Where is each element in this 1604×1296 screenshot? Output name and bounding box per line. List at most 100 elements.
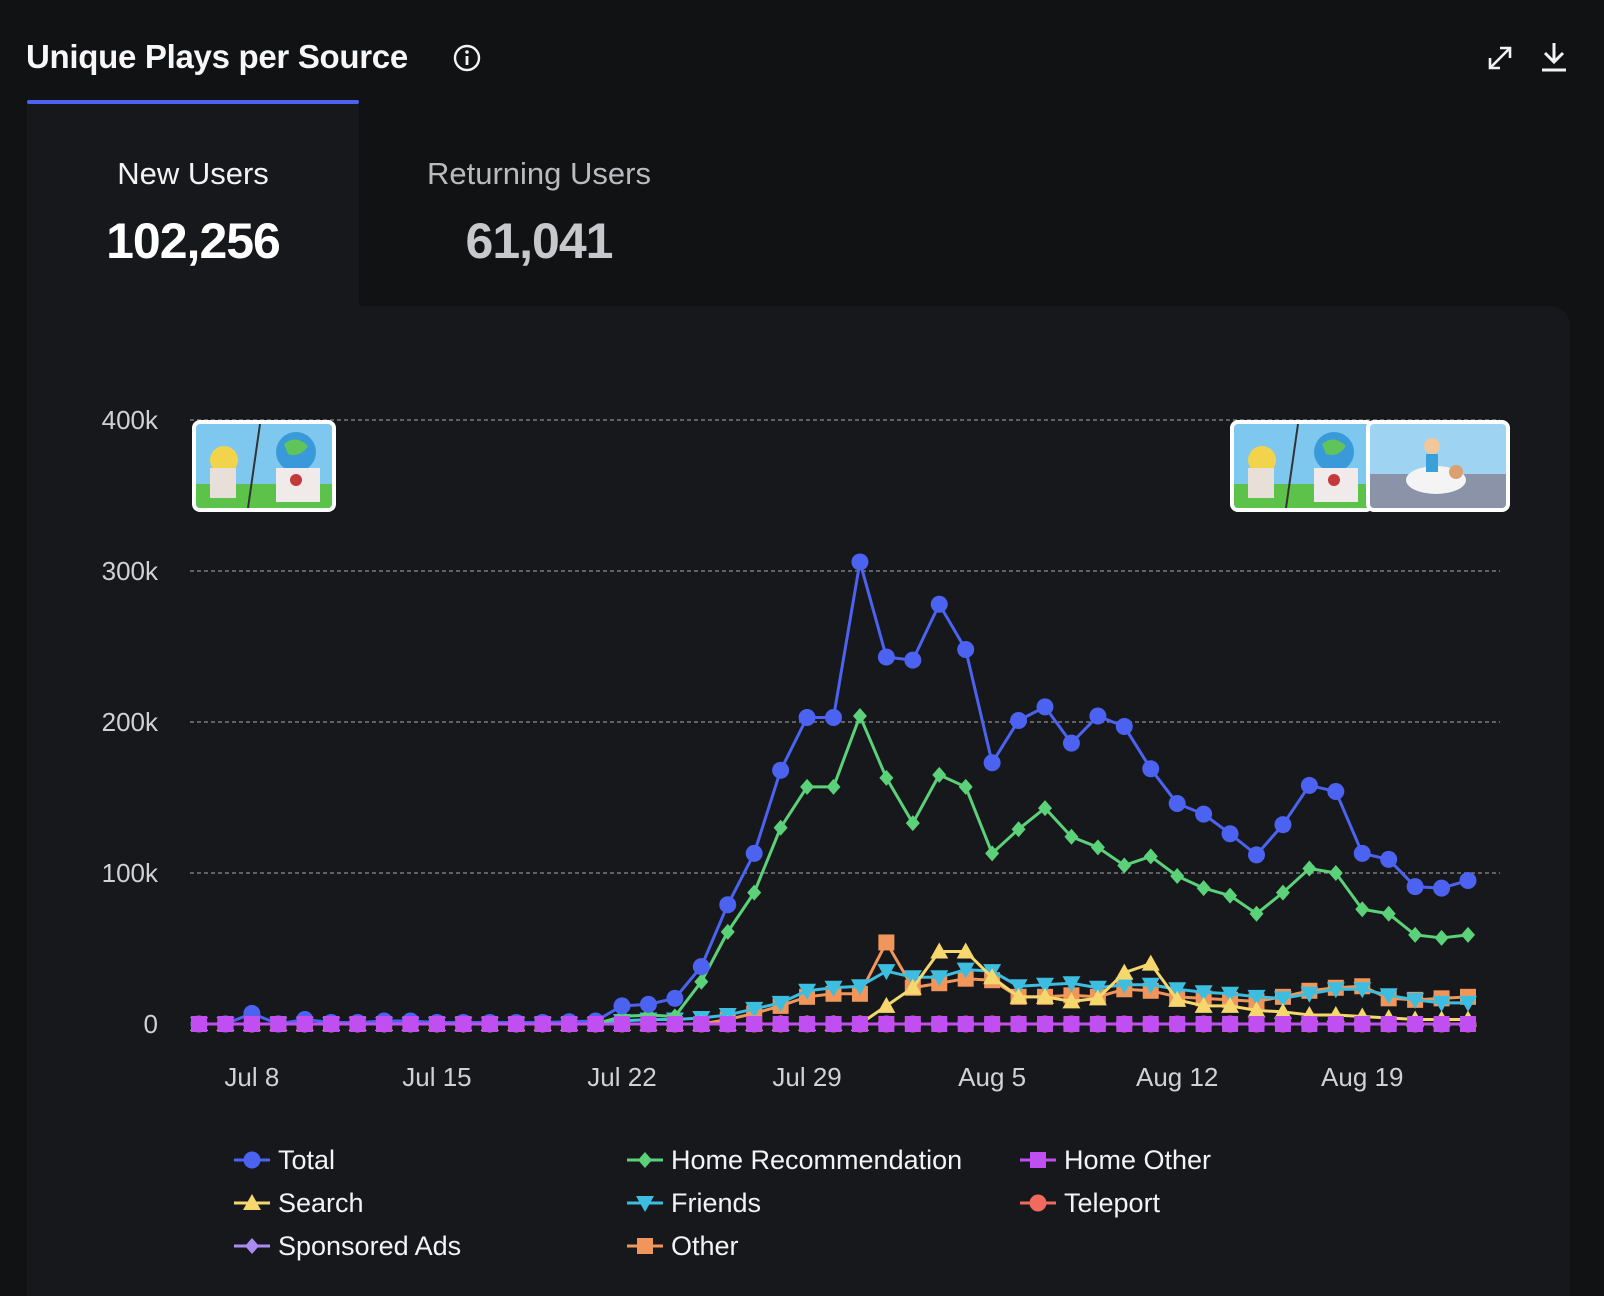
data-point[interactable]: [561, 1016, 578, 1032]
data-point[interactable]: [930, 595, 948, 613]
data-point[interactable]: [1274, 816, 1292, 834]
data-point[interactable]: [402, 1016, 419, 1032]
data-point[interactable]: [349, 1016, 366, 1032]
data-point[interactable]: [1090, 839, 1105, 856]
data-point[interactable]: [613, 997, 631, 1015]
data-point[interactable]: [1327, 782, 1345, 800]
legend-marker[interactable]: [1030, 1152, 1046, 1168]
data-point[interactable]: [1380, 850, 1398, 868]
data-point[interactable]: [719, 1016, 736, 1032]
data-point[interactable]: [455, 1016, 472, 1032]
data-point[interactable]: [1221, 825, 1239, 843]
data-point[interactable]: [376, 1016, 393, 1032]
data-point[interactable]: [1434, 929, 1449, 946]
legend-item-home-other[interactable]: Home Other: [1018, 1140, 1211, 1180]
data-point[interactable]: [799, 1016, 816, 1032]
data-point[interactable]: [481, 1016, 498, 1032]
data-point[interactable]: [587, 1016, 604, 1032]
thumbnail-annotation[interactable]: [192, 420, 336, 512]
data-point[interactable]: [1142, 760, 1160, 778]
data-point[interactable]: [772, 1016, 789, 1032]
legend-item-sponsored-ads[interactable]: Sponsored Ads: [232, 1226, 461, 1266]
data-point[interactable]: [1195, 1016, 1212, 1032]
data-point[interactable]: [1143, 848, 1158, 865]
data-point[interactable]: [958, 778, 973, 795]
legend-marker[interactable]: [1029, 1194, 1047, 1212]
data-point[interactable]: [1116, 1016, 1133, 1032]
legend-marker[interactable]: [637, 1238, 653, 1254]
data-point[interactable]: [1010, 1016, 1027, 1032]
data-point[interactable]: [1300, 776, 1318, 794]
data-point[interactable]: [1010, 711, 1028, 729]
data-point[interactable]: [1353, 844, 1371, 862]
data-point[interactable]: [1037, 1016, 1053, 1032]
data-point[interactable]: [1089, 1016, 1106, 1032]
data-point[interactable]: [1274, 1016, 1291, 1032]
data-point[interactable]: [1380, 1016, 1397, 1032]
data-point[interactable]: [614, 1016, 630, 1032]
legend-item-home-recommendation[interactable]: Home Recommendation: [625, 1140, 962, 1180]
data-point[interactable]: [1460, 1016, 1476, 1032]
data-point[interactable]: [1459, 872, 1477, 890]
data-point[interactable]: [772, 761, 790, 779]
legend-item-total[interactable]: Total: [232, 1140, 335, 1180]
data-point[interactable]: [508, 1016, 525, 1032]
data-point[interactable]: [1117, 857, 1132, 874]
data-point[interactable]: [825, 1016, 842, 1032]
data-point[interactable]: [692, 958, 710, 976]
data-point[interactable]: [1248, 846, 1265, 864]
data-point[interactable]: [957, 641, 975, 659]
data-point[interactable]: [878, 1016, 895, 1032]
data-point[interactable]: [1327, 1016, 1344, 1032]
data-point[interactable]: [191, 1016, 207, 1032]
data-point[interactable]: [851, 1016, 868, 1032]
legend-item-other[interactable]: Other: [625, 1226, 739, 1266]
data-point[interactable]: [1036, 698, 1054, 716]
data-point[interactable]: [1115, 718, 1133, 736]
data-point[interactable]: [1248, 1016, 1265, 1032]
data-point[interactable]: [1089, 707, 1107, 725]
data-point[interactable]: [217, 1016, 234, 1032]
data-point[interactable]: [1141, 954, 1160, 971]
legend-marker[interactable]: [638, 1152, 652, 1168]
data-point[interactable]: [1196, 880, 1211, 897]
legend-item-teleport[interactable]: Teleport: [1018, 1183, 1160, 1223]
data-point[interactable]: [1142, 1016, 1159, 1032]
data-point[interactable]: [1406, 878, 1424, 896]
data-point[interactable]: [877, 996, 896, 1013]
data-point[interactable]: [798, 708, 816, 726]
data-point[interactable]: [983, 754, 1001, 772]
data-point[interactable]: [428, 1016, 445, 1032]
data-point[interactable]: [666, 989, 684, 1007]
data-point[interactable]: [1169, 1016, 1186, 1032]
data-point[interactable]: [932, 766, 947, 783]
data-point[interactable]: [957, 1016, 974, 1032]
data-point[interactable]: [746, 1016, 763, 1032]
data-point[interactable]: [693, 1016, 710, 1032]
data-point[interactable]: [639, 995, 657, 1013]
data-point[interactable]: [1223, 887, 1238, 904]
legend-item-search[interactable]: Search: [232, 1183, 364, 1223]
data-point[interactable]: [243, 1016, 260, 1032]
data-point[interactable]: [323, 1016, 340, 1032]
data-point[interactable]: [1062, 734, 1080, 752]
data-point[interactable]: [851, 553, 869, 571]
data-point[interactable]: [1407, 1016, 1424, 1032]
data-point[interactable]: [904, 651, 922, 669]
data-point[interactable]: [984, 1016, 1001, 1032]
data-point[interactable]: [666, 1016, 683, 1032]
data-point[interactable]: [931, 1016, 948, 1032]
data-point[interactable]: [719, 896, 737, 914]
data-point[interactable]: [877, 648, 895, 666]
legend-marker[interactable]: [245, 1238, 259, 1254]
legend-marker[interactable]: [243, 1151, 261, 1169]
data-point[interactable]: [1433, 879, 1451, 897]
thumbnail-annotation[interactable]: [1366, 420, 1510, 512]
data-point[interactable]: [1461, 926, 1475, 943]
data-point[interactable]: [1222, 1016, 1239, 1032]
data-point[interactable]: [640, 1016, 657, 1032]
data-point[interactable]: [1354, 1016, 1371, 1032]
data-point[interactable]: [1168, 795, 1186, 813]
legend-item-friends[interactable]: Friends: [625, 1183, 761, 1223]
data-point[interactable]: [270, 1016, 287, 1032]
